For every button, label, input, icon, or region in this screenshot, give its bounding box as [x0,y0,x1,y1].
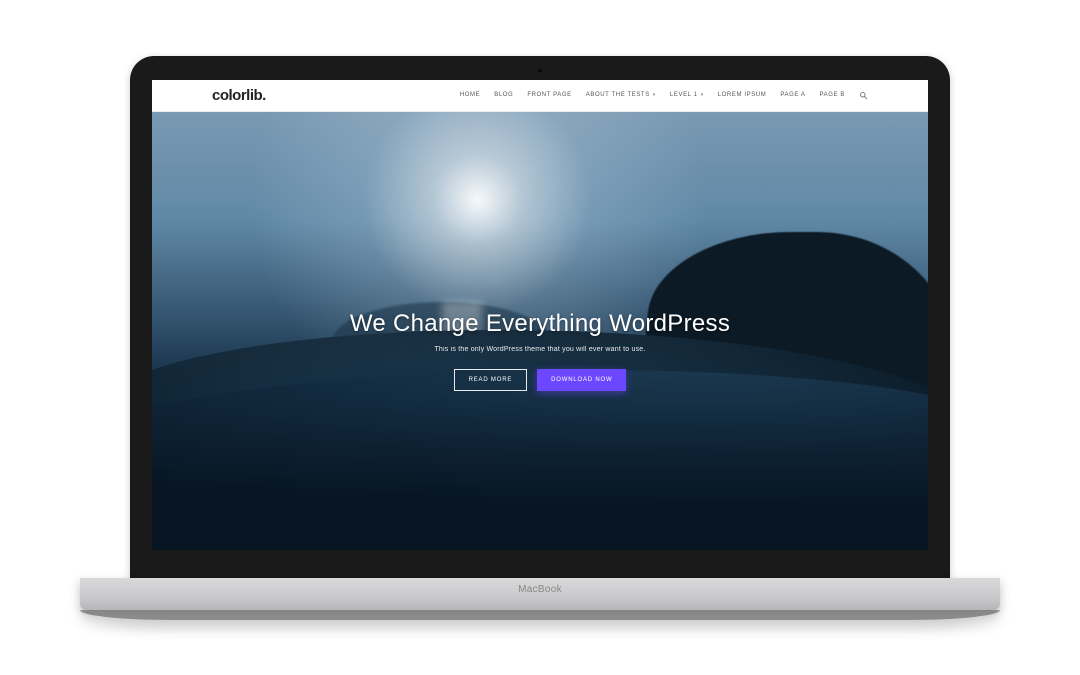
chevron-down-icon: ▾ [653,92,656,98]
nav-home[interactable]: HOME [460,92,480,98]
macbook-feet [80,610,1000,620]
nav-front-page[interactable]: FRONT PAGE [527,92,571,98]
download-now-button[interactable]: DOWNLOAD NOW [537,369,626,391]
hero-buttons: READ MORE DOWNLOAD NOW [454,369,627,391]
site-header: colorlib. HOME BLOG FRONT PAGE ABOUT THE… [152,80,928,112]
nav-label: HOME [460,92,480,98]
nav-label: PAGE B [820,92,846,98]
nav-label: PAGE A [780,92,805,98]
nav-label: LEVEL 1 [670,92,698,98]
chevron-down-icon: ▾ [701,92,704,98]
nav-page-a[interactable]: PAGE A [780,92,805,98]
logo-text: colorlib [212,87,262,104]
nav-page-b[interactable]: PAGE B [820,92,846,98]
nav-about-tests[interactable]: ABOUT THE TESTS▾ [586,92,656,98]
hero-content: We Change Everything WordPress This is t… [152,112,928,550]
main-nav: HOME BLOG FRONT PAGE ABOUT THE TESTS▾ LE… [460,91,868,100]
screen-bezel: colorlib. HOME BLOG FRONT PAGE ABOUT THE… [130,56,950,578]
macbook-base: MacBook [80,578,1000,610]
search-icon[interactable] [859,91,868,100]
nav-label: ABOUT THE TESTS [586,92,650,98]
macbook-mockup: colorlib. HOME BLOG FRONT PAGE ABOUT THE… [130,56,950,620]
macbook-label: MacBook [518,584,562,595]
read-more-button[interactable]: READ MORE [454,369,528,391]
hero-title: We Change Everything WordPress [350,310,730,338]
nav-level-1[interactable]: LEVEL 1▾ [670,92,704,98]
nav-label: BLOG [494,92,513,98]
nav-label: FRONT PAGE [527,92,571,98]
hero-section: We Change Everything WordPress This is t… [152,112,928,550]
nav-label: LOREM IPSUM [718,92,767,98]
logo-dot: . [262,87,266,104]
screen: colorlib. HOME BLOG FRONT PAGE ABOUT THE… [152,80,928,550]
nav-blog[interactable]: BLOG [494,92,513,98]
hero-subtitle: This is the only WordPress theme that yo… [434,346,645,353]
camera-dot [538,68,543,73]
site-logo[interactable]: colorlib. [212,87,266,104]
nav-lorem-ipsum[interactable]: LOREM IPSUM [718,92,767,98]
